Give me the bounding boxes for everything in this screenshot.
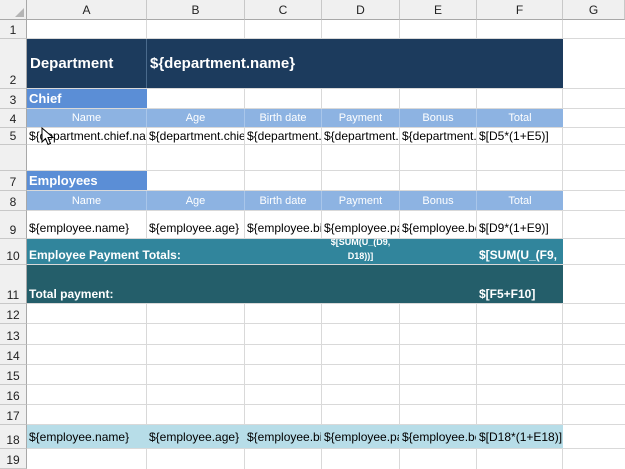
row-header-13[interactable]: 13 [0, 324, 27, 345]
column-header-e[interactable]: E [400, 0, 477, 20]
department-name-cell[interactable]: ${department.name} [147, 39, 563, 88]
gridline [27, 144, 625, 145]
row18-total-cell[interactable]: $[D18*(1+E18)] [477, 425, 563, 448]
gridline [27, 448, 625, 449]
column-header-f[interactable]: F [477, 0, 563, 20]
gridline [27, 323, 625, 324]
row-header-2[interactable]: 2 [0, 39, 27, 89]
chief-header-bonus[interactable]: Bonus [400, 109, 476, 127]
totals-payment-cell[interactable]: $[SUM(U_(D9, D18))] [322, 239, 399, 264]
employee-header-birth-date[interactable]: Birth date [245, 191, 321, 210]
chief-header-total[interactable]: Total [477, 109, 563, 127]
row18-birth-date-cell[interactable]: ${employee.birthDate} [245, 425, 321, 448]
chief-section-label[interactable]: Chief [27, 89, 147, 108]
totals-label[interactable]: Employee Payment Totals: [27, 239, 317, 264]
column-header-a[interactable]: A [27, 0, 147, 20]
employee-header-age[interactable]: Age [147, 191, 244, 210]
gridline [27, 303, 625, 304]
employee-total-cell[interactable]: $[D9*(1+E9)] [477, 211, 563, 238]
row18-payment-cell[interactable]: ${employee.payment} [322, 425, 399, 448]
employee-bonus-cell[interactable]: ${employee.bonus} [400, 211, 476, 238]
chief-header-age[interactable]: Age [147, 109, 244, 127]
gridline [27, 344, 625, 345]
row18-bonus-cell[interactable]: ${employee.bonus} [400, 425, 476, 448]
chief-bonus-cell[interactable]: ${department.chief.bonus} [400, 128, 476, 144]
totals-total-cell[interactable]: $[SUM(U_(F9, [477, 239, 563, 264]
chief-header-name[interactable]: Name [27, 109, 146, 127]
employee-header-payment[interactable]: Payment [322, 191, 399, 210]
column-header-g[interactable]: G [563, 0, 625, 20]
mouse-pointer-icon [41, 126, 55, 147]
totals-payment-line1: $[SUM(U_(D9, [330, 239, 391, 247]
row-header-3[interactable]: 3 [0, 89, 27, 109]
row-header-5[interactable]: 5 [0, 128, 27, 145]
employees-section-label[interactable]: Employees [27, 171, 147, 190]
row-header-1[interactable]: 1 [0, 20, 27, 39]
total-payment-value[interactable]: $[F5+F10] [477, 265, 563, 303]
row-header-7[interactable]: 7 [0, 171, 27, 191]
employee-header-name[interactable]: Name [27, 191, 146, 210]
row-header-17[interactable]: 17 [0, 405, 27, 425]
gridline [27, 384, 625, 385]
gridline [27, 404, 625, 405]
chief-birth-date-cell[interactable]: ${department.chief.birthDate} [245, 128, 321, 144]
chief-total-cell[interactable]: $[D5*(1+E5)] [477, 128, 563, 144]
spreadsheet: A B C D E F G 1 2 3 4 5 7 8 9 10 11 12 1… [0, 0, 625, 469]
employee-payment-cell[interactable]: ${employee.payment} [322, 211, 399, 238]
chief-payment-cell[interactable]: ${department.chief.payment} [322, 128, 399, 144]
column-header-c[interactable]: C [245, 0, 322, 20]
row-header-18[interactable]: 18 [0, 425, 27, 449]
employee-birth-date-cell[interactable]: ${employee.birthDate} [245, 211, 321, 238]
row-header-9[interactable]: 9 [0, 211, 27, 239]
chief-header-birth-date[interactable]: Birth date [245, 109, 321, 127]
column-header-b[interactable]: B [147, 0, 245, 20]
select-all-corner[interactable] [0, 0, 27, 20]
row-header-15[interactable]: 15 [0, 365, 27, 385]
chief-header-payment[interactable]: Payment [322, 109, 399, 127]
column-header-d[interactable]: D [322, 0, 400, 20]
chief-age-cell[interactable]: ${department.chief.age} [147, 128, 244, 144]
row-header-12[interactable]: 12 [0, 304, 27, 324]
row-header-11[interactable]: 11 [0, 265, 27, 304]
total-payment-label[interactable]: Total payment: [27, 265, 317, 303]
gridline [27, 364, 625, 365]
row18-name-cell[interactable]: ${employee.name} [27, 425, 146, 448]
totals-payment-line2: D18))] [347, 251, 374, 261]
employee-age-cell[interactable]: ${employee.age} [147, 211, 244, 238]
row-header-6 [0, 145, 27, 171]
row-header-8[interactable]: 8 [0, 191, 27, 211]
employee-name-cell[interactable]: ${employee.name} [27, 211, 146, 238]
row-header-4[interactable]: 4 [0, 109, 27, 128]
department-label[interactable]: Department [27, 39, 146, 88]
row-header-16[interactable]: 16 [0, 385, 27, 405]
row-header-19[interactable]: 19 [0, 449, 27, 469]
employee-header-total[interactable]: Total [477, 191, 563, 210]
row-header-14[interactable]: 14 [0, 345, 27, 365]
employee-header-bonus[interactable]: Bonus [400, 191, 476, 210]
row-header-10[interactable]: 10 [0, 239, 27, 265]
row18-age-cell[interactable]: ${employee.age} [147, 425, 244, 448]
